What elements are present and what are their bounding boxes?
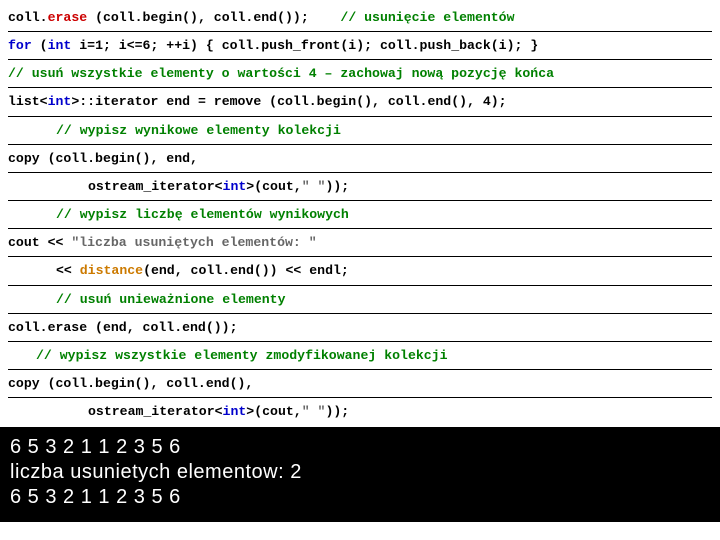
code-text: >(cout,	[246, 404, 301, 419]
code-line: copy (coll.begin(), coll.end(),	[8, 370, 712, 398]
code-comment: // usunięcie elementów	[340, 10, 514, 25]
code-line: // wypisz wynikowe elementy kolekcji	[8, 117, 712, 145]
code-string: " "	[302, 179, 326, 194]
code-text: ostream_iterator<	[88, 404, 223, 419]
code-text: >(cout,	[246, 179, 301, 194]
code-text: cout <<	[8, 235, 71, 250]
code-line: copy (coll.begin(), end,	[8, 145, 712, 173]
code-line: for (int i=1; i<=6; ++i) { coll.push_fro…	[8, 32, 712, 60]
code-comment: // usuń unieważnione elementy	[56, 292, 286, 307]
code-text: (end, coll.end()) << endl;	[143, 263, 349, 278]
code-text: >::iterator end = remove (coll.begin(), …	[71, 94, 506, 109]
code-string: "liczba usuniętych elementów: "	[71, 235, 316, 250]
output-line: 6 5 3 2 1 1 2 3 5 6	[10, 485, 710, 510]
code-text: <<	[56, 263, 80, 278]
code-func: distance	[80, 263, 143, 278]
code-text: ostream_iterator<	[88, 179, 223, 194]
code-text: coll.erase (end, coll.end());	[8, 320, 238, 335]
code-text: coll.	[8, 10, 48, 25]
code-text: (	[32, 38, 48, 53]
code-line: coll.erase (end, coll.end());	[8, 314, 712, 342]
code-comment: // wypisz wynikowe elementy kolekcji	[56, 123, 341, 138]
code-keyword: int	[48, 94, 72, 109]
code-line: // wypisz liczbę elementów wynikowych	[8, 201, 712, 229]
console-output: 6 5 3 2 1 1 2 3 5 6 liczba usunietych el…	[0, 427, 720, 522]
code-comment: // wypisz wszystkie elementy zmodyfikowa…	[36, 348, 448, 363]
code-text: copy (coll.begin(), end,	[8, 151, 198, 166]
output-line: 6 5 3 2 1 1 2 3 5 6	[10, 435, 710, 460]
output-line: liczba usunietych elementow: 2	[10, 460, 710, 485]
code-text: i=1; i<=6; ++i) { coll.push_front(i); co…	[71, 38, 538, 53]
code-text: ));	[325, 404, 349, 419]
code-block: coll.erase (coll.begin(), coll.end()); /…	[0, 0, 720, 425]
code-keyword: int	[223, 179, 247, 194]
code-line: ostream_iterator<int>(cout," "));	[8, 398, 712, 425]
code-keyword: for	[8, 38, 32, 53]
code-line: // wypisz wszystkie elementy zmodyfikowa…	[8, 342, 712, 370]
code-comment: // wypisz liczbę elementów wynikowych	[56, 207, 349, 222]
code-keyword: int	[223, 404, 247, 419]
code-text: (coll.begin(), coll.end());	[87, 10, 340, 25]
code-text: copy (coll.begin(), coll.end(),	[8, 376, 253, 391]
code-comment: // usuń wszystkie elementy o wartości 4 …	[8, 66, 554, 81]
code-line: // usuń unieważnione elementy	[8, 286, 712, 314]
code-line: cout << "liczba usuniętych elementów: "	[8, 229, 712, 257]
code-line: list<int>::iterator end = remove (coll.b…	[8, 88, 712, 116]
code-keyword: erase	[48, 10, 88, 25]
code-string: " "	[302, 404, 326, 419]
code-line: // usuń wszystkie elementy o wartości 4 …	[8, 60, 712, 88]
code-line: coll.erase (coll.begin(), coll.end()); /…	[8, 4, 712, 32]
code-line: ostream_iterator<int>(cout," "));	[8, 173, 712, 201]
code-text: list<	[8, 94, 48, 109]
code-keyword: int	[48, 38, 72, 53]
code-line: << distance(end, coll.end()) << endl;	[8, 257, 712, 285]
code-text: ));	[325, 179, 349, 194]
